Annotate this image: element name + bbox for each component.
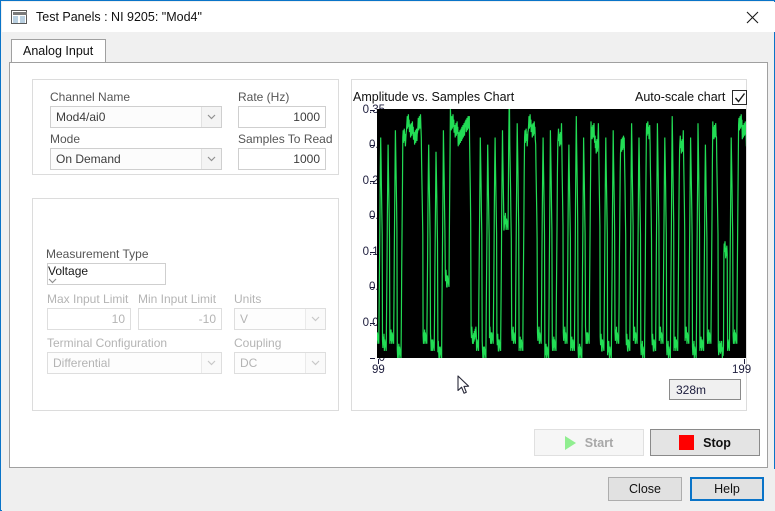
autoscale-chart-label: Auto-scale chart: [635, 90, 726, 104]
start-button[interactable]: Start: [534, 429, 644, 456]
y-tick-mark: [370, 110, 375, 111]
chevron-down-icon[interactable]: [201, 149, 221, 169]
min-input-limit-label: Min Input Limit: [138, 292, 217, 306]
y-tick-mark: [370, 216, 375, 217]
rate-hz-input[interactable]: 1000: [238, 106, 326, 128]
y-tick-mark: [370, 145, 375, 146]
units-label: Units: [234, 292, 262, 306]
samples-to-read-input[interactable]: 1000: [238, 148, 326, 170]
terminal-configuration-label: Terminal Configuration: [47, 336, 168, 350]
max-input-limit-label: Max Input Limit: [47, 292, 129, 306]
title-bar: Test Panels : NI 9205: "Mod4": [2, 2, 775, 32]
terminal-configuration-combo: Differential: [47, 352, 222, 374]
dialog-footer: Close Help: [2, 469, 775, 511]
x-tick-label: 99: [372, 364, 385, 376]
channel-name-combo[interactable]: Mod4/ai0: [50, 106, 222, 128]
y-tick-mark: [370, 358, 375, 359]
close-icon[interactable]: [729, 2, 775, 32]
stop-icon: [679, 435, 695, 450]
measurement-type-label: Measurement Type: [46, 247, 149, 261]
chevron-down-icon[interactable]: [201, 107, 221, 127]
chevron-down-icon: [305, 309, 325, 329]
coupling-value: DC: [240, 356, 258, 370]
units-combo: V: [234, 308, 326, 330]
value-display: 328m: [669, 379, 741, 400]
mode-value: On Demand: [56, 152, 121, 166]
test-panels-window: Test Panels : NI 9205: "Mod4" Analog Inp…: [0, 0, 775, 511]
window-title: Test Panels : NI 9205: "Mod4": [36, 10, 202, 24]
chevron-down-icon: [201, 353, 221, 373]
chart-title: Amplitude vs. Samples Chart: [353, 90, 515, 104]
y-tick-mark: [370, 323, 375, 324]
autoscale-chart-control[interactable]: Auto-scale chart: [635, 89, 748, 105]
close-button[interactable]: Close: [608, 477, 682, 501]
terminal-configuration-value: Differential: [53, 356, 111, 370]
chevron-down-icon: [305, 353, 325, 373]
chevron-down-icon[interactable]: [48, 278, 165, 284]
tab-strip: Analog Input: [9, 39, 768, 63]
test-panel-icon: [11, 10, 27, 24]
mode-combo[interactable]: On Demand: [50, 148, 222, 170]
channel-name-value: Mod4/ai0: [56, 110, 106, 124]
measurement-type-value: Voltage: [48, 264, 89, 278]
amplitude-chart-plot[interactable]: [377, 109, 746, 358]
samples-to-read-label: Samples To Read: [238, 132, 333, 146]
coupling-combo: DC: [234, 352, 326, 374]
min-input-limit-input: -10: [138, 308, 222, 330]
rate-hz-label: Rate (Hz): [238, 90, 290, 104]
mode-label: Mode: [50, 132, 81, 146]
help-button[interactable]: Help: [690, 477, 764, 501]
play-icon: [564, 435, 576, 450]
max-input-limit-input: 10: [47, 308, 131, 330]
y-tick-mark: [370, 252, 375, 253]
y-tick-mark: [370, 287, 375, 288]
stop-button[interactable]: Stop: [650, 429, 760, 456]
measurement-type-combo[interactable]: Voltage: [47, 263, 166, 285]
y-tick-mark: [370, 181, 375, 182]
channel-name-label: Channel Name: [50, 90, 131, 104]
stop-button-label: Stop: [703, 435, 731, 450]
x-tick-label: 199: [732, 364, 752, 376]
start-button-label: Start: [584, 435, 614, 450]
tab-analog-input[interactable]: Analog Input: [11, 39, 107, 63]
units-value: V: [240, 312, 249, 326]
autoscale-chart-checkbox[interactable]: [732, 89, 748, 105]
coupling-label: Coupling: [234, 336, 282, 350]
